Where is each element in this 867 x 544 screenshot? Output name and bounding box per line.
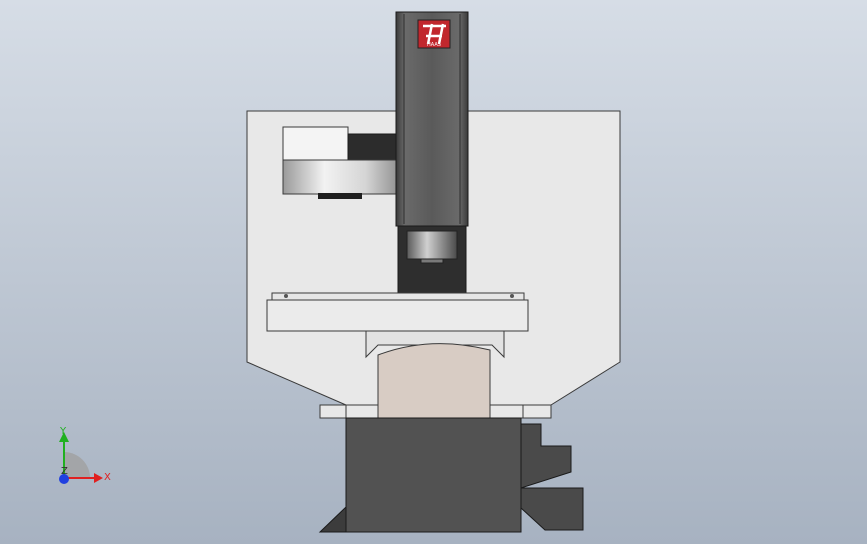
spindle-tip	[420, 258, 444, 264]
enclosure-right-foot	[522, 404, 552, 419]
base-left-foot	[318, 505, 347, 533]
triad-x-arrow	[94, 473, 103, 483]
table-bolt-right	[510, 294, 514, 298]
triad-z-label: Z	[61, 466, 68, 477]
haas-logo-text: HAAS	[427, 42, 441, 48]
tool-changer-ring	[282, 159, 402, 195]
cad-viewport[interactable]: HAAS Y X Z	[0, 0, 867, 544]
triad-x-label: X	[104, 472, 111, 483]
work-table	[266, 299, 529, 332]
machine-model-view[interactable]: HAAS Y X Z	[0, 0, 867, 544]
saddle-body	[377, 343, 491, 419]
base-right-steps	[520, 423, 572, 489]
triad-y-label: Y	[59, 426, 67, 437]
tool-changer-pocket	[318, 193, 362, 199]
tool-changer-arm	[347, 133, 399, 161]
spindle-nose	[406, 230, 458, 260]
tool-changer-housing	[282, 126, 349, 164]
table-bolt-left	[284, 294, 288, 298]
base-right-foot	[520, 487, 584, 531]
table-top-rail	[271, 292, 525, 301]
enclosure-left-foot	[319, 404, 347, 419]
triad-xy-plane	[64, 452, 90, 478]
coordinate-triad: Y X Z	[59, 426, 111, 484]
machine-base	[345, 417, 522, 533]
